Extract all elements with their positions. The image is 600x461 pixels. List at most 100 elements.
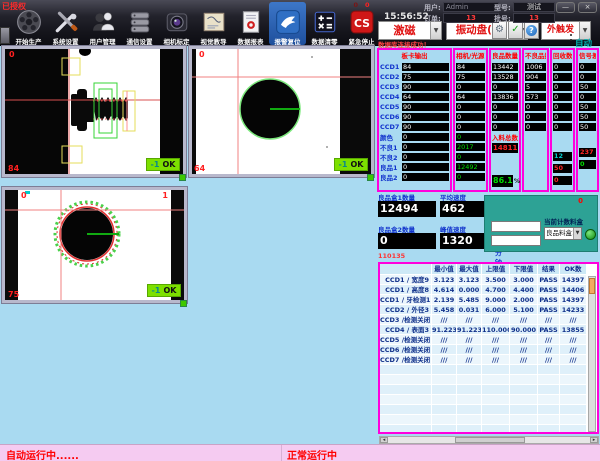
yield-rate-row: 86.1% bbox=[492, 175, 518, 187]
toolbar-button-teach[interactable]: 视觉教导 bbox=[195, 2, 232, 45]
vertical-scrollbar[interactable] bbox=[588, 276, 596, 432]
results-cell: /// bbox=[538, 335, 560, 345]
results-row-label: CCD1 / 高度8 bbox=[380, 285, 432, 295]
stats-row: 13442 bbox=[492, 62, 518, 72]
alarm-reset-icon bbox=[275, 9, 301, 35]
results-cell: /// bbox=[457, 345, 482, 355]
hopper-led-indicator bbox=[585, 229, 596, 240]
empty-cell bbox=[380, 375, 432, 385]
stats-row-label: CCD2 bbox=[380, 73, 402, 81]
toolbar-button-camera[interactable]: 相机标定 bbox=[158, 2, 195, 45]
stats-row: 2017 bbox=[456, 142, 485, 152]
scroll-right-arrow-icon[interactable]: ▸ bbox=[590, 437, 598, 443]
score-value: -1 bbox=[151, 160, 160, 169]
toolbar-button-alarm-reset[interactable]: 报警复位 bbox=[269, 2, 306, 45]
chevron-down-icon[interactable]: ▼ bbox=[573, 228, 581, 239]
resize-handle[interactable] bbox=[367, 174, 374, 181]
stats-value-box: 50 bbox=[579, 83, 596, 91]
results-header-cell: 上限值 bbox=[482, 264, 510, 275]
empty-cell bbox=[482, 405, 510, 415]
empty-cell bbox=[482, 375, 510, 385]
results-cell: 14397 bbox=[560, 295, 587, 305]
stats-value-box: 0 bbox=[553, 63, 572, 71]
results-cell: /// bbox=[432, 315, 457, 325]
results-cell: /// bbox=[510, 335, 538, 345]
tools-icon bbox=[53, 9, 79, 35]
stats-row: 0 bbox=[456, 112, 485, 122]
toolbar-button-reel[interactable]: 开始生产 bbox=[10, 2, 47, 45]
order-value: 13 bbox=[443, 13, 499, 23]
toolbar-button-label: 数据报表 bbox=[232, 36, 269, 46]
close-button[interactable]: × bbox=[578, 2, 597, 13]
scrollbar-thumb[interactable] bbox=[589, 278, 595, 294]
resize-handle[interactable] bbox=[179, 174, 186, 181]
comm-icon bbox=[127, 9, 153, 35]
order-label: 订单: bbox=[424, 14, 441, 24]
results-cell: /// bbox=[510, 315, 538, 325]
results-cell: 5.100 bbox=[510, 305, 538, 315]
stats-row: 0 bbox=[553, 62, 572, 72]
empty-cell bbox=[538, 395, 560, 405]
stats-row: 1006 bbox=[525, 62, 546, 72]
user-value: Admin bbox=[443, 2, 499, 12]
estop-counter-right: 0 bbox=[365, 1, 370, 9]
stats-row-label: 不良1 bbox=[380, 142, 402, 152]
signal-counter: 64 bbox=[194, 164, 205, 173]
chevron-down-icon[interactable]: ▼ bbox=[430, 22, 441, 39]
hopper-input-1[interactable] bbox=[491, 221, 541, 232]
result-badge: -1OK bbox=[146, 158, 180, 171]
stats-row: 75 bbox=[456, 72, 485, 82]
table-row: CCD4 / 表面391.22391.223110.00090.000PASS1… bbox=[380, 325, 587, 335]
results-row-label: CCD3 /检测关闭 bbox=[380, 315, 432, 325]
yield-rate-value: 86.1 bbox=[492, 175, 513, 187]
results-cell: /// bbox=[538, 345, 560, 355]
empty-cell bbox=[457, 415, 482, 425]
toolbar-button-calculator[interactable]: 数据清零 bbox=[306, 2, 343, 45]
resize-handle[interactable] bbox=[180, 300, 187, 307]
results-cell: /// bbox=[432, 345, 457, 355]
stats-value-box: 0 bbox=[492, 123, 518, 131]
results-cell: 5.458 bbox=[432, 305, 457, 315]
horizontal-scrollbar[interactable]: ◂ ▸ bbox=[379, 436, 599, 444]
status-divider bbox=[281, 445, 282, 461]
toolbar-button-label: 报警复位 bbox=[269, 36, 306, 46]
help-button[interactable]: ? bbox=[524, 21, 539, 39]
toolbar-button-users[interactable]: 用户管理 bbox=[84, 2, 121, 45]
scroll-left-arrow-icon[interactable]: ◂ bbox=[380, 437, 388, 443]
empty-cell bbox=[482, 395, 510, 405]
results-cell: 91.223 bbox=[457, 325, 482, 335]
stats-row: 64 bbox=[456, 92, 485, 102]
hopper-input-2[interactable] bbox=[491, 235, 541, 246]
toolbar-button-tools[interactable]: 系统设置 bbox=[47, 2, 84, 45]
toolbar-button-report[interactable]: 数据报表 bbox=[232, 2, 269, 45]
hopper-select[interactable]: 良品料盒1 ▼ bbox=[544, 227, 582, 240]
report-icon bbox=[238, 9, 264, 35]
minimize-button[interactable]: — bbox=[556, 2, 575, 13]
scrollbar-thumb[interactable] bbox=[455, 437, 525, 443]
box2-count-value: 0 bbox=[378, 233, 436, 249]
empty-cell bbox=[432, 425, 457, 434]
estop-counter-left: 0 bbox=[353, 1, 358, 9]
stats-value-box: 90 bbox=[402, 103, 449, 111]
stats-row: 0 bbox=[456, 122, 485, 132]
stats-row: 0 bbox=[553, 112, 572, 122]
stats-value-box: 90 bbox=[402, 123, 449, 131]
toolbar-button-comm[interactable]: 通信设置 bbox=[121, 2, 158, 45]
empty-cell bbox=[560, 405, 587, 415]
signal-counter: 75 bbox=[8, 290, 19, 299]
ccd3-camera-view[interactable]: 0 1 75 -1OK bbox=[2, 187, 187, 303]
results-header-cell: 最大值 bbox=[457, 264, 482, 275]
results-cell: /// bbox=[510, 355, 538, 365]
frame-counter: 0 bbox=[9, 50, 15, 59]
stats-row-label: CCD1 bbox=[380, 63, 402, 71]
ccd1-camera-view[interactable]: 0 84 -1OK bbox=[2, 46, 186, 177]
empty-cell bbox=[380, 415, 432, 425]
stats-row: 12492 bbox=[456, 162, 485, 172]
stats-value-box: 0 bbox=[492, 103, 518, 111]
stats-value-box: 0 bbox=[456, 123, 485, 131]
stats-row: 0 bbox=[492, 112, 518, 122]
stats-value-box: 0 bbox=[525, 113, 546, 121]
ccd2-camera-view[interactable]: 0 64 -1OK bbox=[189, 46, 374, 177]
stats-row-label: 颜色 bbox=[380, 132, 402, 142]
toolbar-button-estop[interactable]: 00CS紧急停止 bbox=[343, 2, 380, 45]
